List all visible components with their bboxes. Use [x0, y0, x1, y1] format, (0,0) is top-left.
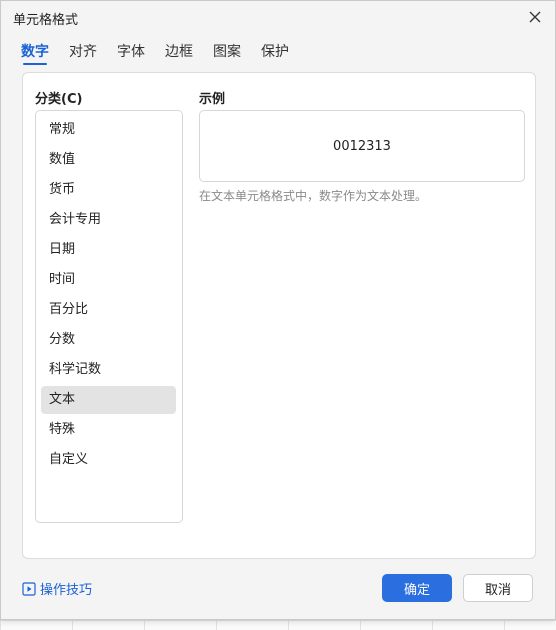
tab-2[interactable]: 字体	[117, 39, 145, 65]
category-item[interactable]: 时间	[41, 266, 176, 294]
format-cells-dialog: 单元格格式 数字 对齐 字体 边框 图案 保护 分类(C) 常规 数值 货币 会计专用 日期 时间百…	[0, 0, 556, 620]
operation-tips-link[interactable]: 操作技巧	[22, 579, 92, 598]
category-item[interactable]: 常规	[41, 116, 176, 144]
category-list[interactable]: 常规 数值 货币 会计专用 日期 时间 百分比 分数 科学记数 文本 特殊 自定义	[35, 110, 183, 523]
category-item[interactable]: 自定义	[41, 446, 176, 474]
play-square-icon	[22, 581, 36, 596]
tab-3[interactable]: 边框	[165, 39, 193, 65]
tab-1[interactable]: 对齐	[69, 39, 97, 65]
tab-4[interactable]: 图案	[213, 39, 241, 65]
category-item[interactable]: 数值	[41, 146, 176, 174]
number-panel: 分类(C) 常规 数值 货币 会计专用 日期 时间 百分比 分数 科学记数 文本 特殊 自定义 示例 …	[22, 72, 536, 559]
category-item[interactable]: 会计专用	[41, 206, 176, 234]
tips-label: 操作技巧	[40, 583, 93, 598]
sample-preview: 0012313	[199, 110, 525, 182]
ok-button[interactable]: 确定	[382, 574, 452, 602]
category-item[interactable]: 百分比	[41, 296, 176, 324]
sample-value: 0012313	[333, 138, 391, 154]
titlebar: 单元格格式	[1, 1, 555, 33]
category-item[interactable]: 分数	[41, 326, 176, 354]
category-item[interactable]: 文本	[41, 386, 176, 414]
sample-label: 示例	[199, 92, 226, 107]
category-item[interactable]: 日期	[41, 236, 176, 264]
category-item[interactable]: 货币	[41, 176, 176, 204]
tab-bar: 数字 对齐 字体 边框 图案 保护	[21, 39, 309, 65]
tab-5[interactable]: 保护	[261, 39, 289, 65]
close-button[interactable]	[523, 5, 547, 29]
format-description: 在文本单元格格式中，数字作为文本处理。	[199, 189, 428, 203]
category-label: 分类(C)	[35, 92, 83, 107]
cancel-button[interactable]: 取消	[463, 574, 533, 602]
close-icon	[529, 11, 541, 23]
tab-0[interactable]: 数字	[21, 39, 49, 65]
dialog-title: 单元格格式	[13, 13, 79, 28]
category-item[interactable]: 特殊	[41, 416, 176, 444]
category-item[interactable]: 科学记数	[41, 356, 176, 384]
